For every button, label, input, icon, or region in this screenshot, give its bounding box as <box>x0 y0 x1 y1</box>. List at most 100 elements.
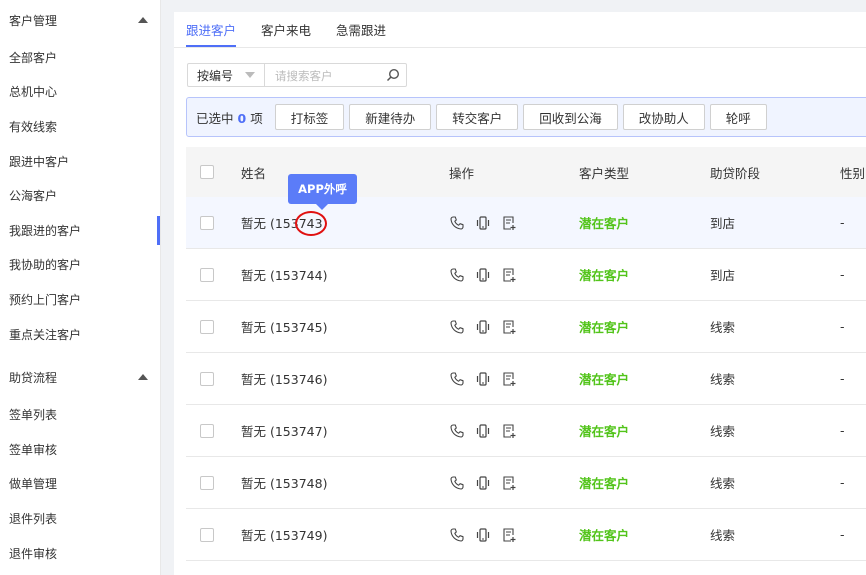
header-ops: 操作 <box>449 165 475 181</box>
customer-type: 潜在客户 <box>579 528 630 543</box>
mobile-vibrate-icon[interactable] <box>475 267 491 283</box>
mobile-vibrate-icon[interactable] <box>475 527 491 543</box>
mobile-vibrate-icon[interactable] <box>475 475 491 491</box>
sidebar-item-items1-0[interactable]: 全部客户 <box>0 40 160 75</box>
chevron-down-icon <box>245 72 255 78</box>
row-checkbox[interactable] <box>200 215 214 230</box>
row-checkbox[interactable] <box>200 475 214 490</box>
customer-type: 潜在客户 <box>579 216 630 231</box>
row-actions <box>449 371 517 387</box>
toolbar-button-0[interactable]: 打标签 <box>274 104 345 130</box>
tab-1[interactable]: 客户来电 <box>261 14 311 47</box>
gender: - <box>840 215 845 230</box>
add-note-icon[interactable] <box>501 527 517 543</box>
row-actions <box>449 423 517 439</box>
gender: - <box>840 371 845 386</box>
sidebar-item-items2-0[interactable]: 签单列表 <box>0 397 160 432</box>
select-all-checkbox[interactable] <box>200 165 214 179</box>
add-note-icon[interactable] <box>501 475 517 491</box>
row-actions <box>449 267 517 283</box>
table-row: 暂无 (153749) 潜在客户 线索 - <box>186 509 866 561</box>
sidebar-item-items2-1[interactable]: 签单审核 <box>0 432 160 467</box>
tab-2[interactable]: 急需跟进 <box>336 14 386 47</box>
sidebar-item-items1-3[interactable]: 跟进中客户 <box>0 144 160 179</box>
sidebar-item-items1-8[interactable]: 重点关注客户 <box>0 317 160 352</box>
loan-stage: 线索 <box>710 424 736 439</box>
row-checkbox[interactable] <box>200 371 214 386</box>
search-input[interactable] <box>273 65 377 87</box>
mobile-vibrate-icon[interactable] <box>475 371 491 387</box>
gender: - <box>840 267 845 282</box>
header-stage: 助贷阶段 <box>710 165 761 181</box>
gender: - <box>840 475 845 490</box>
add-note-icon[interactable] <box>501 215 517 231</box>
mobile-vibrate-icon[interactable] <box>475 423 491 439</box>
mobile-vibrate-icon[interactable] <box>475 215 491 231</box>
toolbar-button-5[interactable]: 轮呼 <box>709 104 767 130</box>
tab-0[interactable]: 跟进客户 <box>186 14 237 47</box>
loan-stage: 线索 <box>710 372 736 387</box>
add-note-icon[interactable] <box>501 267 517 283</box>
add-note-icon[interactable] <box>501 371 517 387</box>
table-row: 暂无 (153744) 潜在客户 到店 - <box>186 249 866 301</box>
sidebar-item-items1-5[interactable]: 我跟进的客户 <box>0 213 160 248</box>
gender: - <box>840 423 845 438</box>
sidebar-item-items1-6[interactable]: 我协助的客户 <box>0 248 160 283</box>
sidebar-item-items2-4[interactable]: 退件审核 <box>0 536 160 571</box>
search-row: 按编号 <box>187 63 407 87</box>
loan-stage: 线索 <box>710 320 736 335</box>
search-type-value: 按编号 <box>197 68 234 83</box>
row-checkbox[interactable] <box>200 267 214 282</box>
customer-type: 潜在客户 <box>579 476 630 491</box>
customer-table: 姓名 操作 客户类型 助贷阶段 性别 暂无 (153743) 潜在客户 到店 - 暂无 … <box>186 147 866 561</box>
toolbar-button-2[interactable]: 转交客户 <box>436 104 519 130</box>
app-call-tooltip: APP外呼 <box>288 174 357 210</box>
table-row: 暂无 (153746) 潜在客户 线索 - <box>186 353 866 405</box>
customer-name: 暂无 (153745) <box>241 320 328 335</box>
mobile-vibrate-icon[interactable] <box>475 319 491 335</box>
table-row: 暂无 (153747) 潜在客户 线索 - <box>186 405 866 457</box>
search-icon[interactable] <box>386 68 400 82</box>
sidebar-item-items1-1[interactable]: 总机中心 <box>0 75 160 110</box>
row-checkbox[interactable] <box>200 423 214 438</box>
customer-name: 暂无 (153746) <box>241 372 328 387</box>
sidebar-item-items1-2[interactable]: 有效线索 <box>0 109 160 144</box>
search-type-select[interactable]: 按编号 <box>187 63 265 87</box>
phone-icon[interactable] <box>449 371 465 387</box>
add-note-icon[interactable] <box>501 319 517 335</box>
sidebar-item-items2-3[interactable]: 退件列表 <box>0 501 160 536</box>
phone-icon[interactable] <box>449 475 465 491</box>
phone-icon[interactable] <box>449 267 465 283</box>
sidebar-item-items1-7[interactable]: 预约上门客户 <box>0 282 160 317</box>
row-checkbox[interactable] <box>200 527 214 542</box>
sidebar: 客户管理 全部客户 总机中心 有效线索 跟进中客户 公海客户 我跟进的客户 我协助的客户 预约… <box>0 0 161 575</box>
add-note-icon[interactable] <box>501 423 517 439</box>
table-row: 暂无 (153748) 潜在客户 线索 - <box>186 457 866 509</box>
phone-icon[interactable] <box>449 319 465 335</box>
batch-toolbar: 已选中 0 项 打标签 新建待办 转交客户 回收到公海 改协助人 轮呼 <box>186 97 866 137</box>
phone-icon[interactable] <box>449 215 465 231</box>
sidebar-item-items1-4[interactable]: 公海客户 <box>0 178 160 213</box>
header-type: 客户类型 <box>579 165 630 181</box>
table-row: 暂无 (153743) 潜在客户 到店 - <box>186 197 866 249</box>
customer-type: 潜在客户 <box>579 372 630 387</box>
toolbar-button-4[interactable]: 改协助人 <box>622 104 705 130</box>
menu-group-label: 助贷流程 <box>9 370 58 385</box>
sidebar-item-items2-2[interactable]: 做单管理 <box>0 467 160 502</box>
toolbar-button-3[interactable]: 回收到公海 <box>523 104 618 130</box>
header-gender: 性别 <box>840 165 866 181</box>
toolbar-button-1[interactable]: 新建待办 <box>349 104 432 130</box>
phone-icon[interactable] <box>449 527 465 543</box>
loan-stage: 线索 <box>710 528 736 543</box>
search-box <box>265 63 407 87</box>
highlight-annotation-circle <box>295 211 327 236</box>
row-actions <box>449 319 517 335</box>
row-checkbox[interactable] <box>200 319 214 334</box>
row-actions <box>449 475 517 491</box>
menu-group-customer[interactable]: 客户管理 <box>0 0 160 40</box>
customer-type: 潜在客户 <box>579 320 630 335</box>
customer-name: 暂无 (153748) <box>241 476 328 491</box>
customer-name: 暂无 (153744) <box>241 268 328 283</box>
phone-icon[interactable] <box>449 423 465 439</box>
menu-group-loan[interactable]: 助贷流程 <box>0 357 160 397</box>
